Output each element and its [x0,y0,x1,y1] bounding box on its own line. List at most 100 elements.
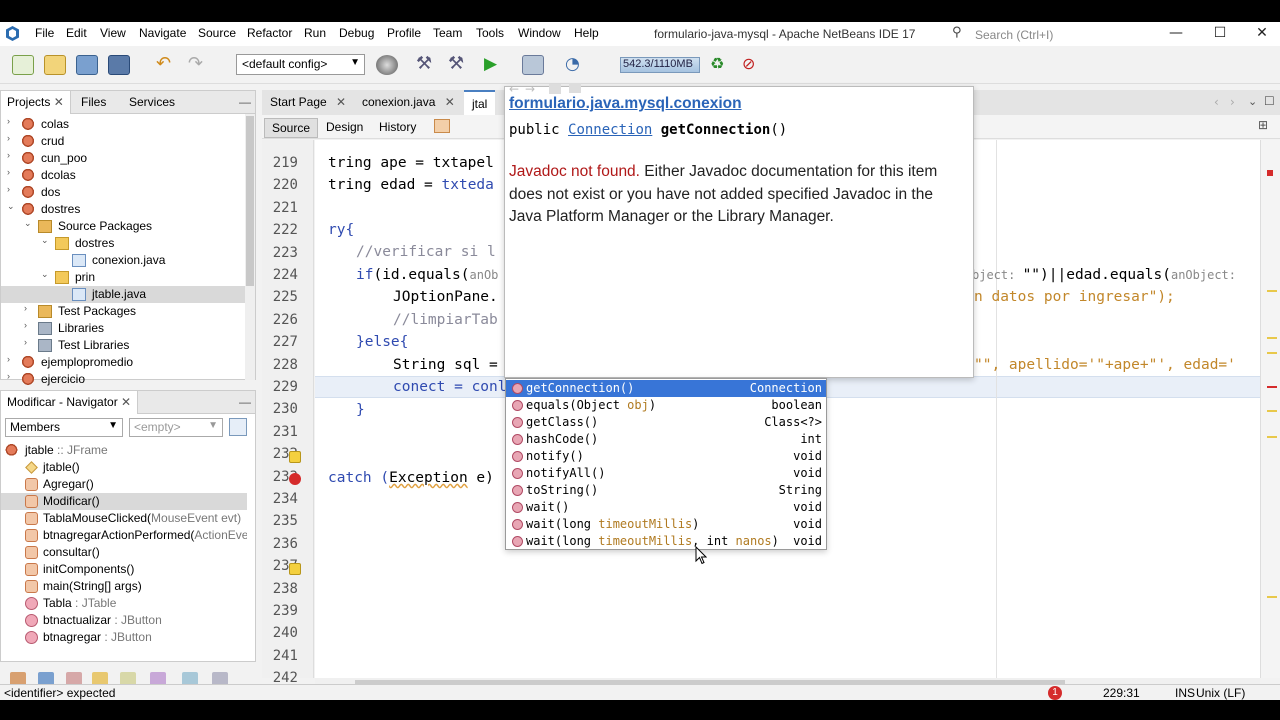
minimize-panel-icon[interactable]: — [239,395,251,409]
navigator-member[interactable]: Modificar() [1,493,247,510]
navigator-member[interactable]: btnagregar : JButton [1,629,247,646]
menu-file[interactable]: File [35,26,54,40]
error-stripe[interactable] [1260,140,1280,678]
warning-marker[interactable] [1267,410,1277,412]
profile-icon[interactable]: ◔ [565,55,587,75]
tab-files[interactable]: Files [81,95,106,109]
chevron-right-icon[interactable]: › [7,133,17,143]
chevron-down-icon[interactable]: ⌄ [7,201,17,212]
tree-item[interactable]: ⌄ prin [1,269,245,286]
warning-marker[interactable] [1267,596,1277,598]
search-input[interactable]: ⚲ Search (Ctrl+I) [948,24,1156,44]
config-dropdown[interactable]: <default config> ▼ [236,54,365,75]
completion-item[interactable]: getClass() Class<?> [506,414,826,431]
menu-tools[interactable]: Tools [476,26,504,40]
tree-item[interactable]: › ejercicio [1,371,245,388]
open-in-browser-icon[interactable] [549,84,561,94]
chevron-down-icon[interactable]: ⌄ [41,269,51,280]
menu-edit[interactable]: Edit [66,26,87,40]
error-icon[interactable] [289,473,301,485]
close-icon[interactable]: ✕ [54,95,64,109]
chevron-right-icon[interactable]: › [24,303,34,313]
completion-item[interactable]: hashCode() int [506,431,826,448]
completion-item[interactable]: wait() void [506,499,826,516]
menu-refactor[interactable]: Refactor [247,26,292,40]
minimize-panel-icon[interactable]: — [239,95,251,109]
completion-item[interactable]: notifyAll() void [506,465,826,482]
chevron-down-icon[interactable]: ⌄ [41,235,51,246]
redo-icon[interactable]: ↷ [188,55,210,75]
chevron-right-icon[interactable]: › [7,116,17,126]
minimize-button[interactable]: — [1154,22,1198,46]
scroll-tabs-left-icon[interactable]: ‹ [1214,95,1219,109]
clean-build-icon[interactable]: ⚒ [448,55,470,75]
new-project-icon[interactable] [44,55,66,75]
debug-icon[interactable] [522,55,544,75]
build-hammer-icon[interactable]: ⚒ [416,55,438,75]
close-icon[interactable]: ✕ [445,95,455,109]
projects-scrollbar[interactable] [245,114,255,380]
menu-profile[interactable]: Profile [387,26,421,40]
completion-item[interactable]: getConnection() Connection [506,380,826,397]
scroll-tabs-right-icon[interactable]: › [1230,95,1235,109]
close-icon[interactable]: ✕ [336,95,346,109]
tab-navigator[interactable]: Modificar - Navigator ✕ [1,391,139,414]
navigator-member[interactable]: main(String[] args) [1,578,247,595]
view-design-tab[interactable]: Design [319,118,370,136]
navigator-member[interactable]: initComponents() [1,561,247,578]
menu-navigate[interactable]: Navigate [139,26,186,40]
warning-marker[interactable] [1267,352,1277,354]
tree-item[interactable]: jtable.java [1,286,245,303]
menu-help[interactable]: Help [574,26,599,40]
completion-item[interactable]: wait(long timeoutMillis) void [506,516,826,533]
close-icon[interactable]: ✕ [121,395,131,409]
navigator-member[interactable]: btnagregarActionPerformed(ActionEvent [1,527,247,544]
menu-team[interactable]: Team [433,26,462,40]
menu-view[interactable]: View [100,26,126,40]
scrollbar-thumb[interactable] [246,116,254,286]
javadoc-title-link[interactable]: formulario.java.mysql.conexion [509,95,742,113]
navigator-class-row[interactable]: jtable :: JFrame [1,442,247,459]
tab-start-page[interactable]: Start Page ✕ [262,90,354,115]
warning-marker[interactable] [1267,337,1277,339]
filter-icon[interactable] [229,418,247,436]
back-icon[interactable]: ← [509,82,519,96]
tree-item[interactable]: ⌄ Source Packages [1,218,245,235]
goto-source-icon[interactable] [569,83,581,93]
view-source-tab[interactable]: Source [264,118,319,138]
tree-item[interactable]: ⌄ dostres [1,201,245,218]
tree-item[interactable]: › cun_poo [1,150,245,167]
tree-item[interactable]: › Test Libraries [1,337,245,354]
tree-item[interactable]: › dos [1,184,245,201]
split-editor-icon[interactable]: ⊞ [1258,118,1268,132]
chevron-right-icon[interactable]: › [7,167,17,177]
scope-dropdown[interactable]: <empty> ▼ [129,418,223,437]
open-project-icon[interactable] [76,55,98,75]
chevron-right-icon[interactable]: › [24,320,34,330]
error-marker[interactable] [1267,170,1273,176]
chevron-right-icon[interactable]: › [7,371,17,381]
tree-item[interactable]: ⌄ dostres [1,235,245,252]
tab-conexion-java[interactable]: conexion.java ✕ [354,90,463,115]
warning-marker[interactable] [1267,290,1277,292]
memory-meter[interactable]: 542.3/1110MB [620,57,700,73]
navigator-member[interactable]: Tabla : JTable [1,595,247,612]
chevron-down-icon[interactable]: ⌄ [24,218,34,229]
chevron-right-icon[interactable]: › [7,354,17,364]
gc-icon[interactable]: ♻ [710,55,732,75]
error-badge[interactable]: 1 [1048,686,1062,700]
globe-icon[interactable] [376,55,398,75]
menu-window[interactable]: Window [518,26,561,40]
members-filter-dropdown[interactable]: Members ▼ [5,418,123,437]
menu-source[interactable]: Source [198,26,236,40]
close-button[interactable]: ✕ [1240,22,1280,46]
tab-list-dropdown-icon[interactable]: ⌄ [1248,95,1257,108]
view-history-tab[interactable]: History [372,118,423,136]
chevron-right-icon[interactable]: › [24,337,34,347]
tab-projects[interactable]: Projects ✕ [1,91,71,114]
tree-item[interactable]: › Libraries [1,320,245,337]
completion-item[interactable]: toString() String [506,482,826,499]
last-edit-icon[interactable] [434,119,450,133]
tree-item[interactable]: › dcolas [1,167,245,184]
chevron-right-icon[interactable]: › [7,150,17,160]
